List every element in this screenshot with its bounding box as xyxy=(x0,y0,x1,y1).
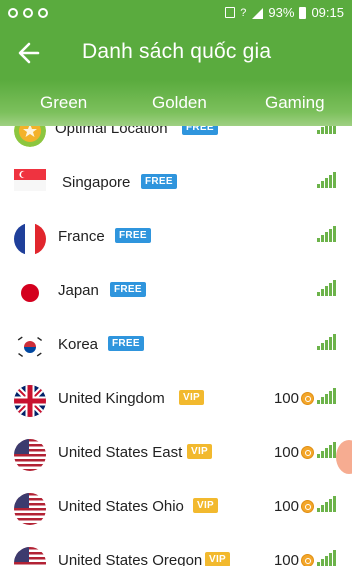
tab-golden[interactable]: Golden xyxy=(152,93,207,113)
price: 100 xyxy=(273,498,299,515)
free-badge: FREE xyxy=(115,228,151,243)
signal-strength-icon xyxy=(317,334,336,350)
usa-flag-icon xyxy=(14,493,46,525)
vip-badge: VIP xyxy=(205,552,231,566)
free-badge: FREE xyxy=(141,174,177,189)
battery-icon xyxy=(299,6,307,19)
price: 100 xyxy=(273,390,299,407)
usa-flag-icon xyxy=(14,547,46,566)
signal-strength-icon xyxy=(317,388,336,404)
server-name: Singapore xyxy=(62,174,131,191)
server-name: Korea xyxy=(58,336,99,353)
server-row-korea[interactable]: Korea FREE xyxy=(0,320,352,374)
app-bar: Danh sách quốc gia xyxy=(0,28,352,80)
signal-strength-icon xyxy=(317,550,336,566)
server-row-united-kingdom[interactable]: United Kingdom VIP 100 xyxy=(0,374,352,428)
server-name: United States Oregon xyxy=(58,552,203,566)
vip-badge: VIP xyxy=(193,498,219,513)
notification-circle-icon xyxy=(38,8,48,18)
vip-badge: VIP xyxy=(179,390,205,405)
server-name: Optimal Location xyxy=(55,126,168,137)
back-arrow-icon[interactable] xyxy=(16,39,42,67)
server-row-united-states-east[interactable]: United States East VIP 100 xyxy=(0,428,352,482)
server-row-united-states-oregon[interactable]: United States Oregon VIP 100 xyxy=(0,536,352,566)
coin-icon xyxy=(301,554,314,566)
signal-strength-icon xyxy=(317,496,336,512)
coin-icon xyxy=(301,500,314,513)
notification-circle-icon xyxy=(23,8,33,18)
vip-badge: VIP xyxy=(187,444,213,459)
notification-circle-icon xyxy=(8,8,18,18)
battery-percentage: 93% xyxy=(268,5,295,20)
free-badge: FREE xyxy=(182,126,218,135)
tab-bar: Green Golden Gaming xyxy=(0,80,352,126)
signal-strength-icon xyxy=(317,126,336,134)
signal-strength-icon xyxy=(317,226,336,242)
server-name: United Kingdom xyxy=(58,390,165,407)
cell-signal-icon xyxy=(251,7,264,19)
wifi-question-icon: ? xyxy=(240,6,247,19)
page-title: Danh sách quốc gia xyxy=(82,40,272,63)
free-badge: FREE xyxy=(110,282,146,297)
server-row-optimal-location[interactable]: Optimal Location FREE xyxy=(0,126,352,158)
tab-gaming[interactable]: Gaming xyxy=(265,93,325,113)
server-name: United States East xyxy=(58,444,183,461)
free-badge: FREE xyxy=(108,336,144,351)
server-row-japan[interactable]: Japan FREE xyxy=(0,266,352,320)
status-bar: ? 93% 09:15 xyxy=(0,0,352,28)
server-name: France xyxy=(58,228,105,245)
price: 100 xyxy=(273,552,299,566)
server-row-united-states-ohio[interactable]: United States Ohio VIP 100 xyxy=(0,482,352,536)
optimal-icon xyxy=(14,126,46,147)
signal-strength-icon xyxy=(317,172,336,188)
server-list[interactable]: Optimal Location FREE Singapore FREE Fra… xyxy=(0,126,352,566)
coin-icon xyxy=(301,446,314,459)
japan-flag-icon xyxy=(14,277,46,309)
server-row-france[interactable]: France FREE xyxy=(0,212,352,266)
korea-flag-icon xyxy=(14,331,46,363)
coin-icon xyxy=(301,392,314,405)
signal-strength-icon xyxy=(317,280,336,296)
server-name: United States Ohio xyxy=(58,498,184,515)
server-name: Japan xyxy=(58,282,99,299)
usa-flag-icon xyxy=(14,439,46,471)
price: 100 xyxy=(273,444,299,461)
singapore-flag-icon xyxy=(14,169,46,191)
france-flag-icon xyxy=(14,223,46,255)
sim-icon xyxy=(225,7,236,18)
notification-icons xyxy=(8,8,48,18)
signal-strength-icon xyxy=(317,442,336,458)
clock: 09:15 xyxy=(311,5,344,20)
tab-green[interactable]: Green xyxy=(40,93,87,113)
uk-flag-icon xyxy=(14,385,46,417)
server-row-singapore[interactable]: Singapore FREE xyxy=(0,158,352,212)
